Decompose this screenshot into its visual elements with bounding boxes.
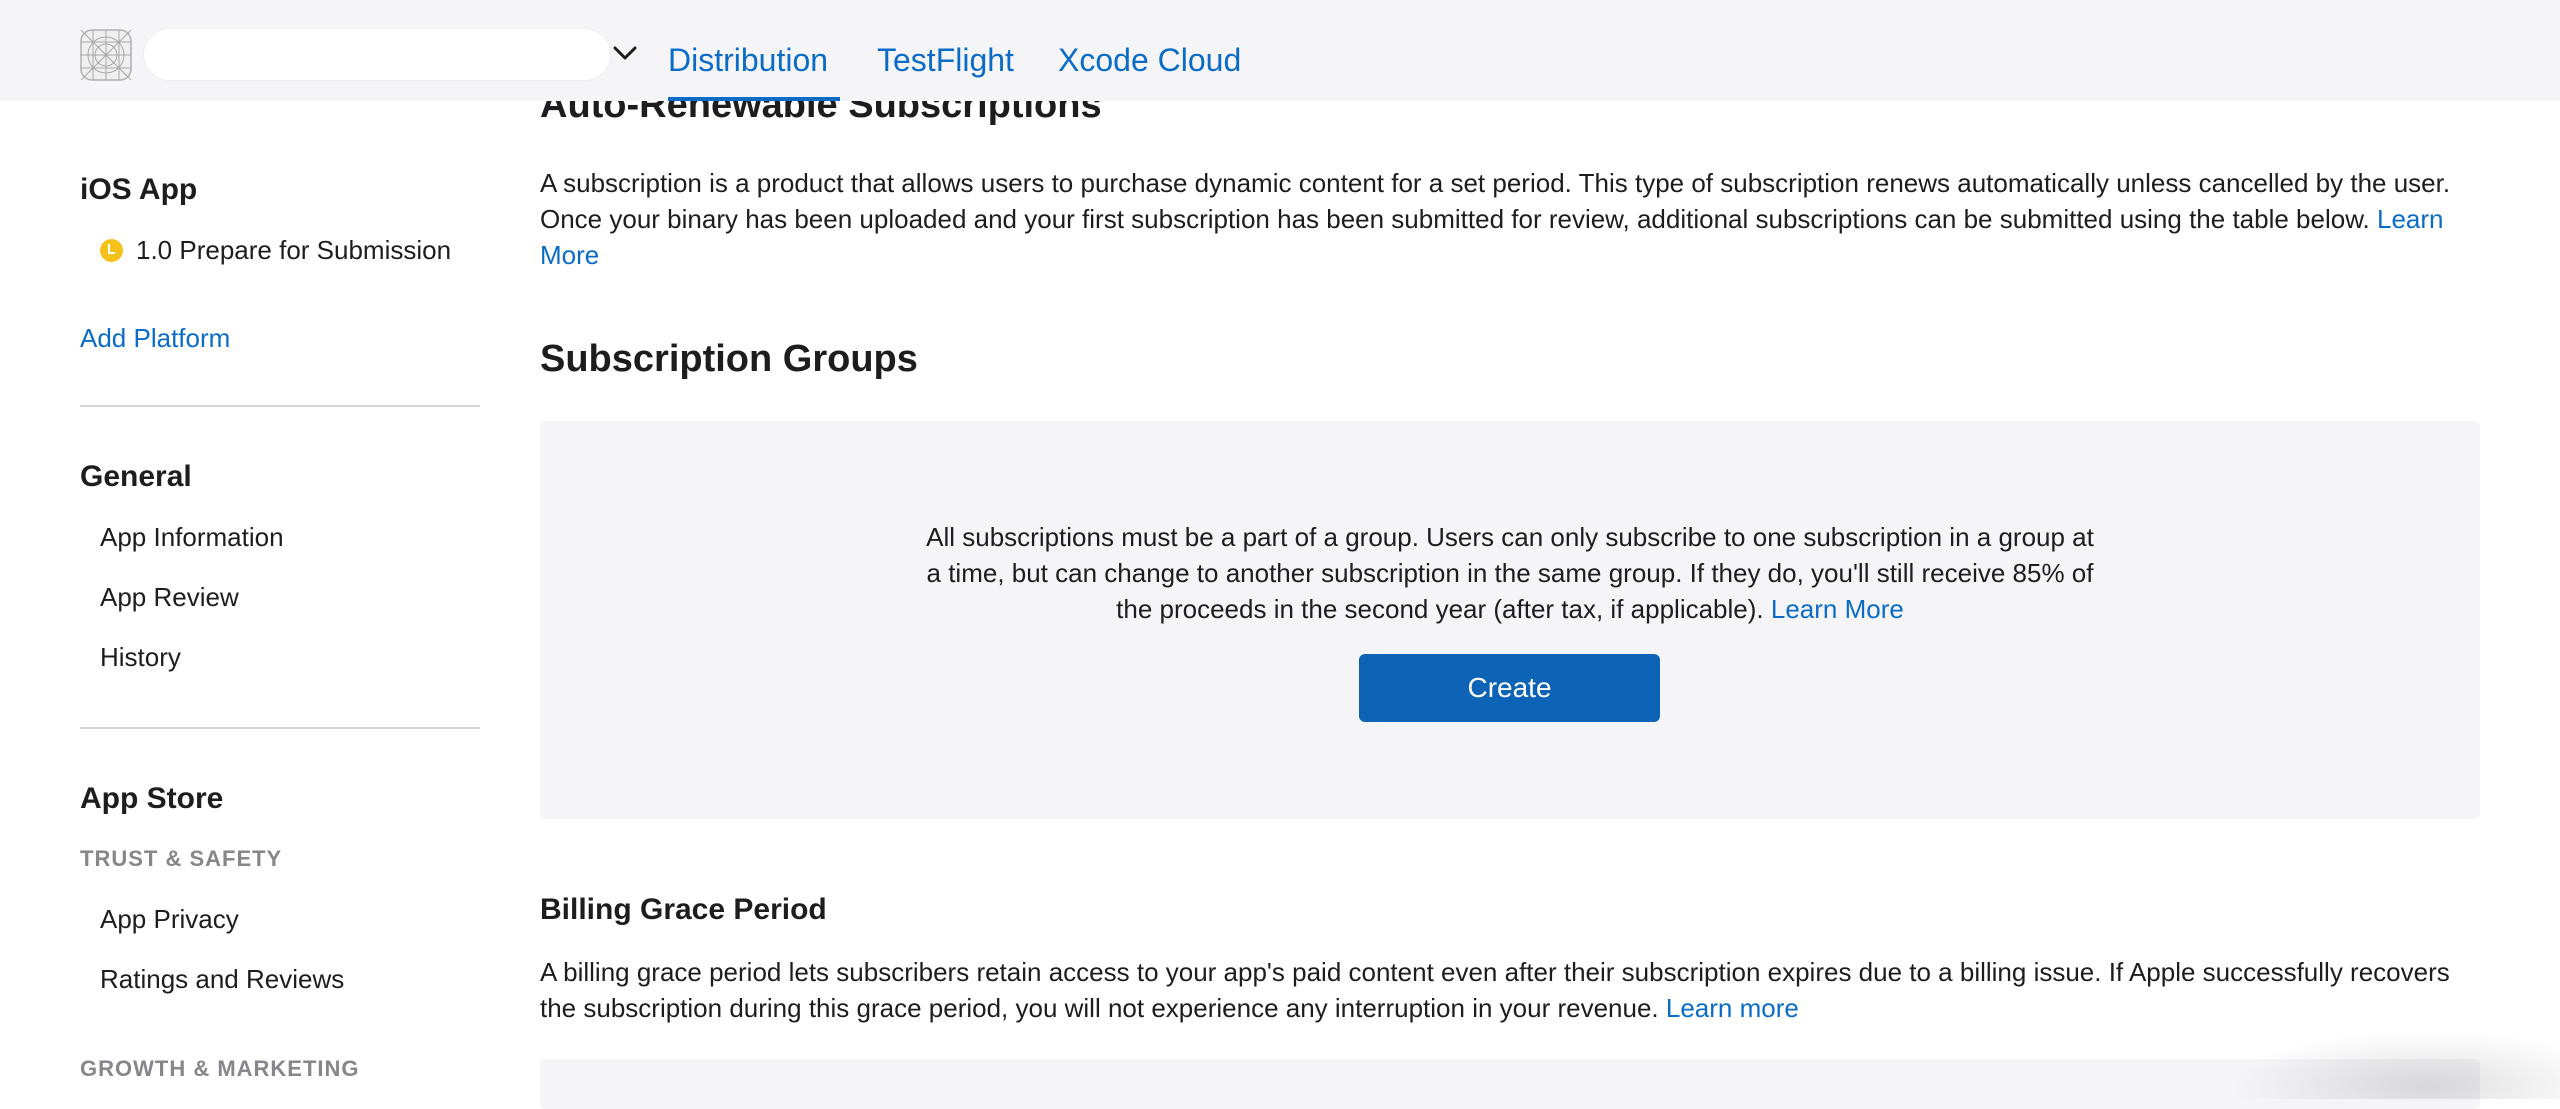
growth-marketing-category: GROWTH & MARKETING	[80, 1056, 360, 1081]
sidebar-divider	[80, 405, 480, 407]
sidebar-item-app-review[interactable]: App Review	[100, 582, 239, 613]
sidebar-item-ratings-reviews[interactable]: Ratings and Reviews	[100, 964, 344, 995]
groups-learn-more-link[interactable]: Learn More	[1771, 594, 1904, 624]
floating-shadow	[2230, 1030, 2560, 1099]
subscription-groups-title: Subscription Groups	[540, 338, 918, 380]
subscription-groups-panel: All subscriptions must be a part of a gr…	[540, 421, 2480, 819]
tab-xcode-cloud[interactable]: Xcode Cloud	[1058, 38, 1241, 82]
account-selector[interactable]	[143, 28, 611, 81]
top-bar: Distribution TestFlight Xcode Cloud	[0, 0, 2560, 101]
intro-text: A subscription is a product that allows …	[540, 168, 2451, 234]
billing-grace-panel	[540, 1059, 2480, 1109]
groups-text: All subscriptions must be a part of a gr…	[926, 522, 2094, 624]
sidebar-item-app-privacy[interactable]: App Privacy	[100, 904, 239, 935]
sidebar-item-app-information[interactable]: App Information	[100, 522, 284, 553]
sidebar-divider	[80, 727, 480, 729]
chevron-down-icon[interactable]	[612, 44, 638, 62]
app-icon-grid-icon[interactable]	[80, 29, 132, 81]
general-heading: General	[80, 460, 192, 493]
billing-paragraph: A billing grace period lets subscribers …	[540, 954, 2480, 1026]
sidebar-item-version[interactable]: 1.0 Prepare for Submission	[136, 235, 451, 266]
trust-safety-category: TRUST & SAFETY	[80, 846, 283, 871]
app-store-heading: App Store	[80, 782, 224, 815]
tab-testflight[interactable]: TestFlight	[877, 38, 1014, 82]
create-button[interactable]: Create	[1359, 654, 1660, 722]
add-platform-link[interactable]: Add Platform	[80, 323, 230, 354]
sidebar: iOS App 1.0 Prepare for Submission Add P…	[0, 0, 500, 1099]
version-status-icon	[100, 239, 123, 262]
groups-description: All subscriptions must be a part of a gr…	[920, 519, 2100, 627]
platform-heading: iOS App	[80, 173, 198, 206]
billing-grace-period-title: Billing Grace Period	[540, 893, 827, 926]
active-tab-indicator	[668, 97, 840, 101]
intro-paragraph: A subscription is a product that allows …	[540, 165, 2480, 273]
billing-text: A billing grace period lets subscribers …	[540, 957, 2450, 1023]
billing-learn-more-link[interactable]: Learn more	[1666, 993, 1799, 1023]
tab-distribution[interactable]: Distribution	[668, 38, 828, 82]
sidebar-item-history[interactable]: History	[100, 642, 181, 673]
